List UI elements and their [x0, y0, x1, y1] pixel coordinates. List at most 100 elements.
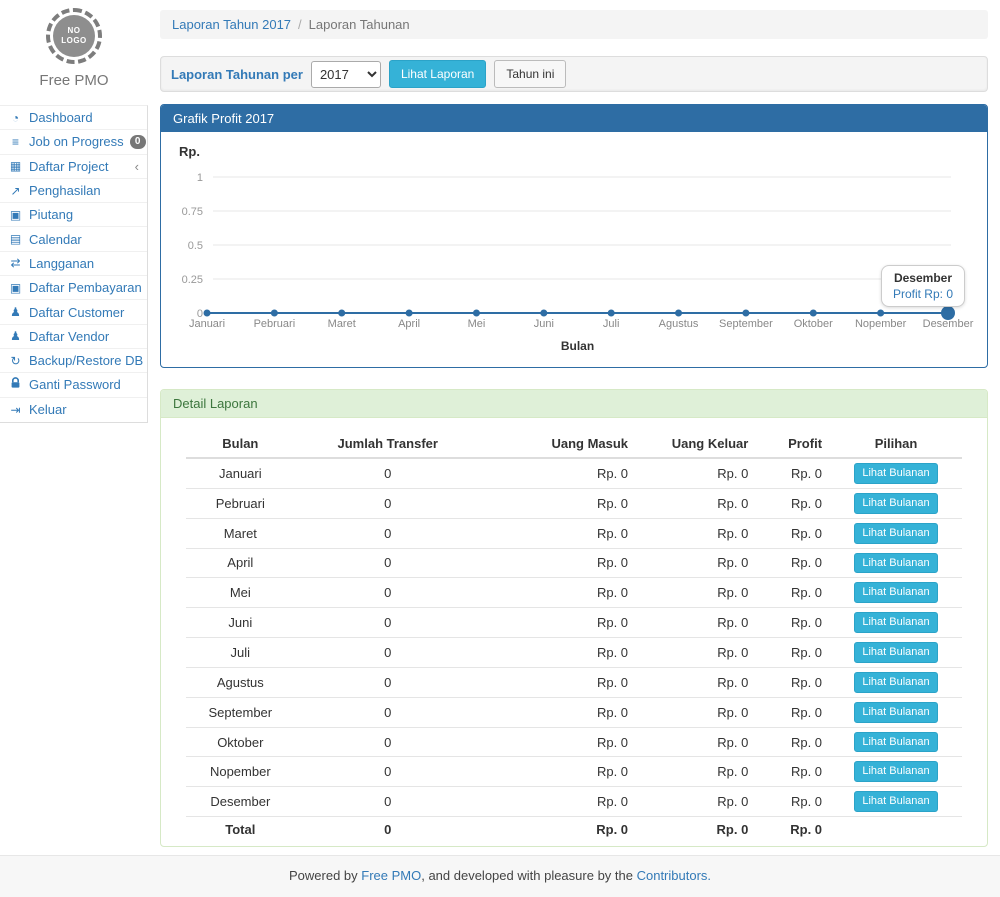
- sidebar-item-daftar-project[interactable]: ▦Daftar Project‹: [0, 155, 147, 179]
- cell-jumlah-transfer: 0: [295, 488, 481, 518]
- tooltip-value: Profit Rp: 0: [893, 287, 953, 301]
- cell-month: September: [186, 697, 295, 727]
- svg-text:0.25: 0.25: [182, 274, 203, 286]
- total-masuk: Rp. 0: [481, 817, 636, 841]
- cell-month: Mei: [186, 578, 295, 608]
- svg-text:Rp.: Rp.: [179, 144, 200, 159]
- sidebar-item-dashboard[interactable]: ◔Dashboard: [0, 106, 147, 130]
- lihat-bulanan-button[interactable]: Lihat Bulanan: [854, 761, 937, 782]
- cell-month: Agustus: [186, 667, 295, 697]
- sidebar-item-job-on-progress[interactable]: ≡Job on Progress0: [0, 130, 147, 154]
- users-icon: ♟: [8, 305, 23, 319]
- sidebar: NO LOGO Free PMO ◔Dashboard≡Job on Progr…: [0, 0, 148, 423]
- cell-action: Lihat Bulanan: [830, 608, 962, 638]
- svg-text:Januari: Januari: [189, 318, 225, 330]
- svg-text:Pebruari: Pebruari: [254, 318, 296, 330]
- table-header-row: Bulan Jumlah Transfer Uang Masuk Uang Ke…: [186, 430, 962, 458]
- table-total-row: Total 0 Rp. 0 Rp. 0 Rp. 0: [186, 817, 962, 841]
- year-select[interactable]: 2017: [311, 61, 381, 88]
- col-bulan: Bulan: [186, 430, 295, 458]
- report-toolbar: Laporan Tahunan per 2017 Lihat Laporan T…: [160, 56, 988, 92]
- sidebar-item-label: Langganan: [29, 256, 94, 271]
- sidebar-item-langganan[interactable]: ⇄Langganan: [0, 252, 147, 276]
- sidebar-item-daftar-pembayaran[interactable]: ▣Daftar Pembayaran: [0, 276, 147, 300]
- cell-jumlah-transfer: 0: [295, 787, 481, 817]
- cell-uang-masuk: Rp. 0: [481, 488, 636, 518]
- lihat-bulanan-button[interactable]: Lihat Bulanan: [854, 553, 937, 574]
- cell-profit: Rp. 0: [756, 518, 830, 548]
- report-table-body: Januari0Rp. 0Rp. 0Rp. 0Lihat BulananPebr…: [186, 458, 962, 817]
- lihat-bulanan-button[interactable]: Lihat Bulanan: [854, 732, 937, 753]
- sidebar-menu: ◔Dashboard≡Job on Progress0▦Daftar Proje…: [0, 105, 148, 423]
- view-report-button[interactable]: Lihat Laporan: [389, 60, 486, 88]
- cell-uang-masuk: Rp. 0: [481, 638, 636, 668]
- col-uang-keluar: Uang Keluar: [636, 430, 756, 458]
- sidebar-item-backup-restore-db[interactable]: ↻Backup/Restore DB: [0, 349, 147, 373]
- cell-jumlah-transfer: 0: [295, 518, 481, 548]
- lihat-bulanan-button[interactable]: Lihat Bulanan: [854, 582, 937, 603]
- lihat-bulanan-button[interactable]: Lihat Bulanan: [854, 612, 937, 633]
- cell-month: April: [186, 548, 295, 578]
- cell-month: Pebruari: [186, 488, 295, 518]
- calendar-icon: ▤: [8, 232, 23, 246]
- tooltip-month: Desember: [893, 271, 953, 285]
- cell-profit: Rp. 0: [756, 667, 830, 697]
- sidebar-item-label: Daftar Project: [29, 159, 108, 174]
- cell-month: Oktober: [186, 727, 295, 757]
- cell-action: Lihat Bulanan: [830, 548, 962, 578]
- breadcrumb-link[interactable]: Laporan Tahun 2017: [172, 17, 291, 32]
- lock-icon: [8, 377, 23, 392]
- lihat-bulanan-button[interactable]: Lihat Bulanan: [854, 702, 937, 723]
- footer: Powered by Free PMO, and developed with …: [0, 855, 1000, 897]
- cell-month: Januari: [186, 458, 295, 488]
- lihat-bulanan-button[interactable]: Lihat Bulanan: [854, 642, 937, 663]
- lihat-bulanan-button[interactable]: Lihat Bulanan: [854, 791, 937, 812]
- sidebar-item-ganti-password[interactable]: Ganti Password: [0, 373, 147, 397]
- total-profit: Rp. 0: [756, 817, 830, 841]
- svg-text:0.75: 0.75: [182, 206, 203, 218]
- svg-text:September: September: [719, 318, 773, 330]
- sidebar-item-daftar-vendor[interactable]: ♟Daftar Vendor: [0, 325, 147, 349]
- cell-jumlah-transfer: 0: [295, 757, 481, 787]
- chart-body: Rp.00.250.50.751JanuariPebruariMaretApri…: [161, 132, 987, 367]
- svg-text:April: April: [398, 318, 420, 330]
- cell-profit: Rp. 0: [756, 608, 830, 638]
- cell-uang-masuk: Rp. 0: [481, 787, 636, 817]
- lihat-bulanan-button[interactable]: Lihat Bulanan: [854, 493, 937, 514]
- chevron-left-icon: ‹: [135, 160, 139, 173]
- total-label: Total: [186, 817, 295, 841]
- cell-action: Lihat Bulanan: [830, 757, 962, 787]
- cell-action: Lihat Bulanan: [830, 458, 962, 488]
- footer-link-free-pmo[interactable]: Free PMO: [361, 868, 421, 883]
- cell-month: Desember: [186, 787, 295, 817]
- main-content: Laporan Tahun 2017/Laporan Tahunan Lapor…: [160, 0, 988, 847]
- lihat-bulanan-button[interactable]: Lihat Bulanan: [854, 523, 937, 544]
- breadcrumb-current: Laporan Tahunan: [309, 17, 410, 32]
- lihat-bulanan-button[interactable]: Lihat Bulanan: [854, 463, 937, 484]
- cell-uang-masuk: Rp. 0: [481, 667, 636, 697]
- this-year-button[interactable]: Tahun ini: [494, 60, 566, 88]
- sidebar-item-keluar[interactable]: ⇥Keluar: [0, 398, 147, 422]
- cell-profit: Rp. 0: [756, 697, 830, 727]
- sidebar-item-label: Penghasilan: [29, 183, 101, 198]
- col-jumlah-transfer: Jumlah Transfer: [295, 430, 481, 458]
- cell-jumlah-transfer: 0: [295, 727, 481, 757]
- cell-action: Lihat Bulanan: [830, 787, 962, 817]
- total-keluar: Rp. 0: [636, 817, 756, 841]
- sidebar-item-penghasilan[interactable]: ↗Penghasilan: [0, 179, 147, 203]
- sidebar-item-label: Ganti Password: [29, 377, 121, 392]
- lihat-bulanan-button[interactable]: Lihat Bulanan: [854, 672, 937, 693]
- sidebar-item-calendar[interactable]: ▤Calendar: [0, 227, 147, 251]
- table-row: Juli0Rp. 0Rp. 0Rp. 0Lihat Bulanan: [186, 638, 962, 668]
- sidebar-item-daftar-customer[interactable]: ♟Daftar Customer: [0, 300, 147, 324]
- cell-jumlah-transfer: 0: [295, 608, 481, 638]
- table-row: September0Rp. 0Rp. 0Rp. 0Lihat Bulanan: [186, 697, 962, 727]
- sidebar-item-piutang[interactable]: ▣Piutang: [0, 203, 147, 227]
- report-table: Bulan Jumlah Transfer Uang Masuk Uang Ke…: [186, 430, 962, 841]
- cell-action: Lihat Bulanan: [830, 727, 962, 757]
- sidebar-item-label: Job on Progress: [29, 134, 124, 149]
- svg-text:Oktober: Oktober: [794, 318, 833, 330]
- table-row: Maret0Rp. 0Rp. 0Rp. 0Lihat Bulanan: [186, 518, 962, 548]
- cell-uang-keluar: Rp. 0: [636, 458, 756, 488]
- footer-link-contributors[interactable]: Contributors.: [637, 868, 711, 883]
